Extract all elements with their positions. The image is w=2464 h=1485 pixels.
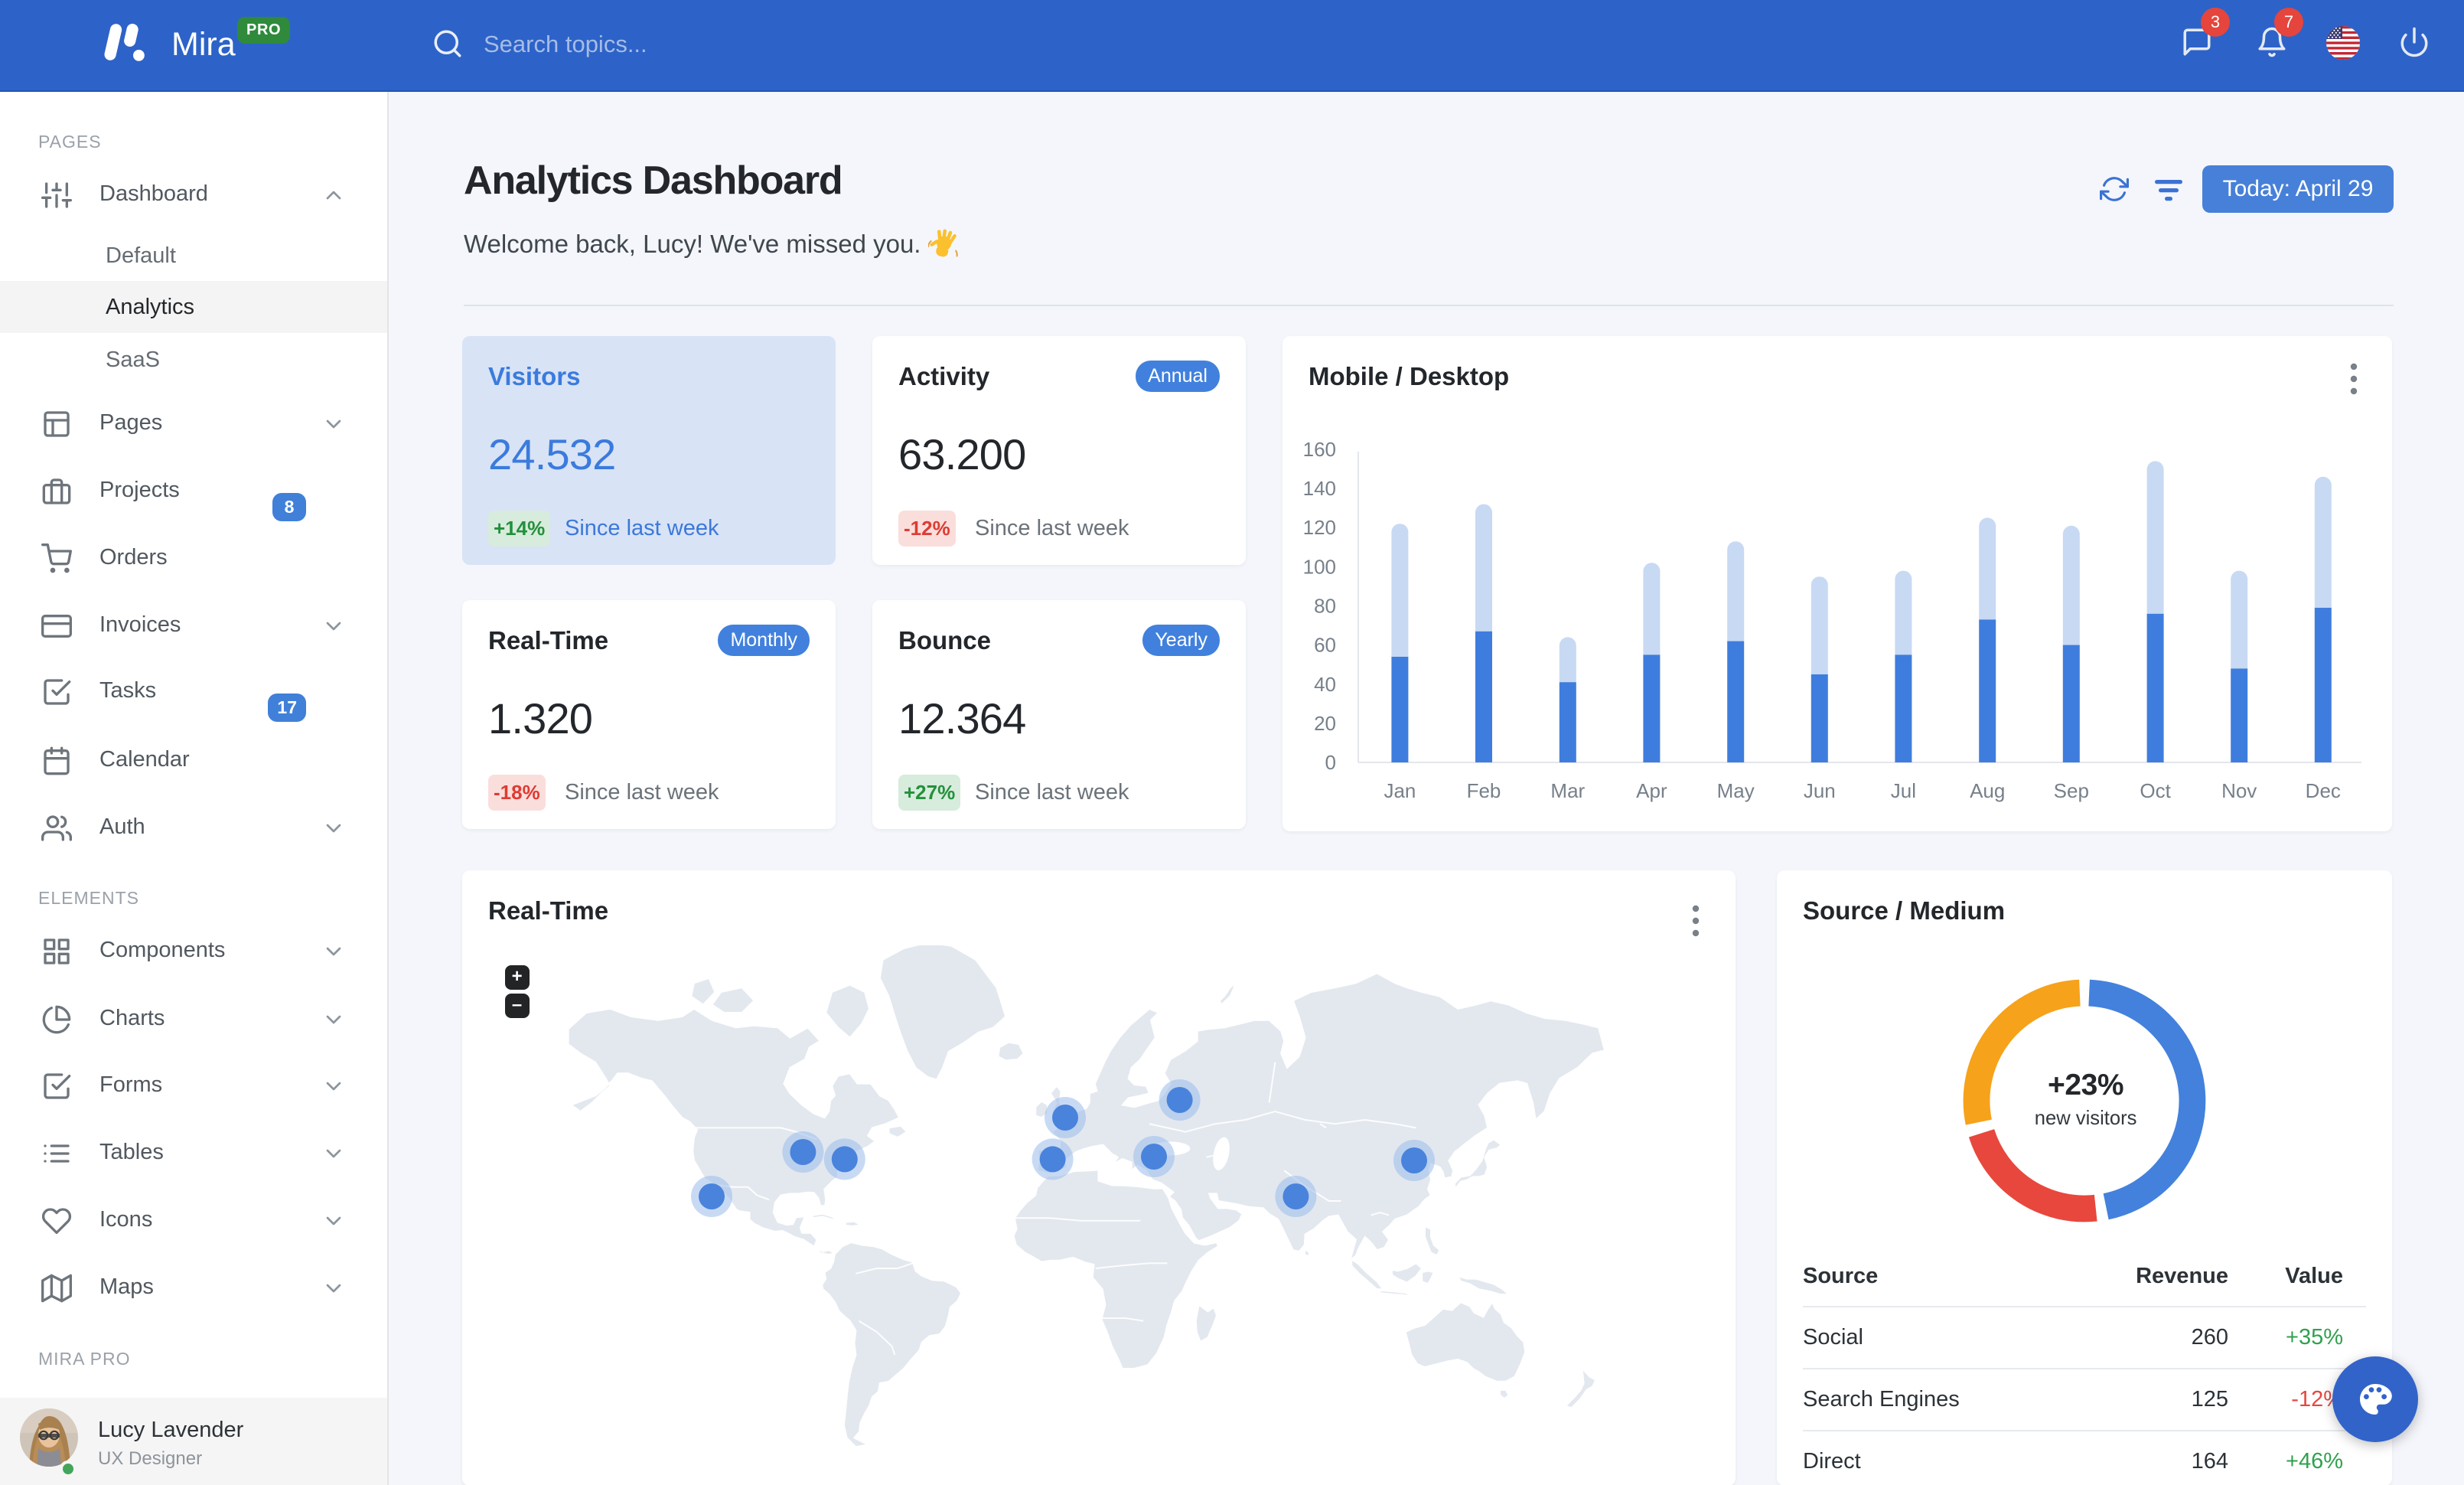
svg-text:Jan: Jan bbox=[1384, 779, 1416, 802]
svg-text:120: 120 bbox=[1303, 516, 1336, 539]
svg-text:Aug: Aug bbox=[1970, 779, 2005, 802]
svg-text:May: May bbox=[1717, 779, 1755, 802]
svg-text:60: 60 bbox=[1314, 634, 1336, 657]
svg-text:0: 0 bbox=[1325, 751, 1336, 774]
svg-text:Jul: Jul bbox=[1891, 779, 1916, 802]
svg-text:Jun: Jun bbox=[1804, 779, 1836, 802]
svg-text:Dec: Dec bbox=[2306, 779, 2341, 802]
svg-text:100: 100 bbox=[1303, 555, 1336, 578]
svg-text:Sep: Sep bbox=[2054, 779, 2089, 802]
svg-text:Mar: Mar bbox=[1550, 779, 1585, 802]
svg-text:Apr: Apr bbox=[1636, 779, 1667, 802]
svg-text:Oct: Oct bbox=[2140, 779, 2171, 802]
svg-text:160: 160 bbox=[1303, 438, 1336, 461]
svg-text:Feb: Feb bbox=[1467, 779, 1501, 802]
svg-text:Nov: Nov bbox=[2221, 779, 2257, 802]
svg-text:140: 140 bbox=[1303, 477, 1336, 500]
svg-text:20: 20 bbox=[1314, 712, 1336, 735]
svg-text:80: 80 bbox=[1314, 595, 1336, 618]
svg-text:40: 40 bbox=[1314, 673, 1336, 696]
